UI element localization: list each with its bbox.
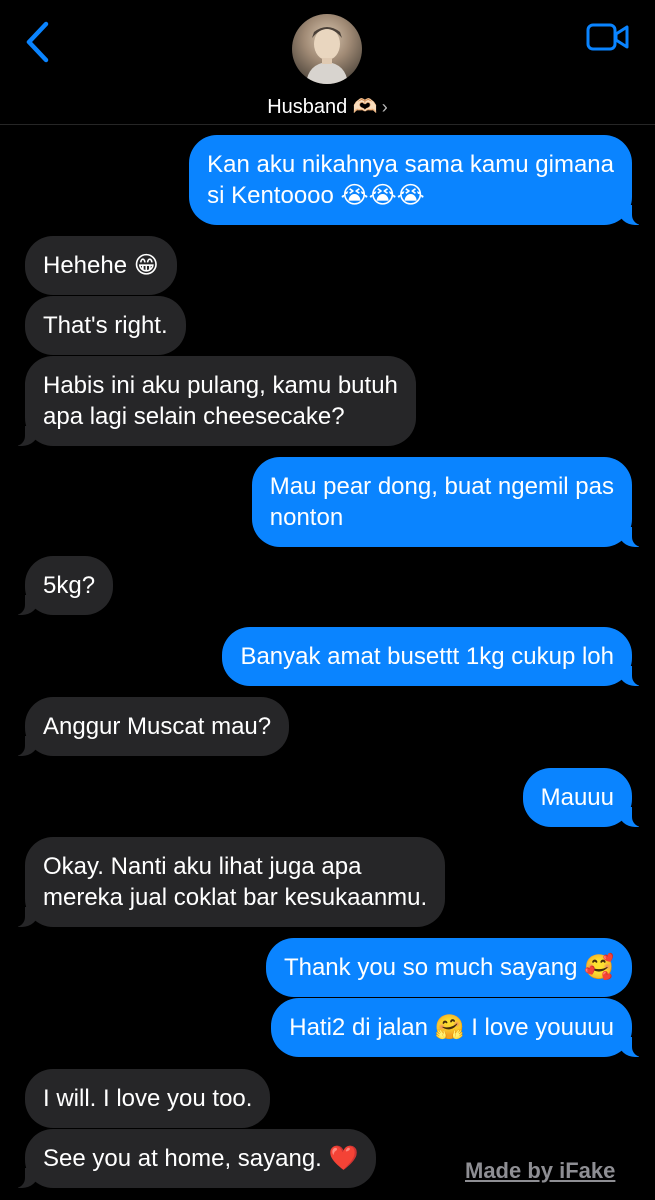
message-text: Mau pear dong, buat ngemil pas nonton xyxy=(269,473,614,531)
message-bubble-outgoing[interactable]: Mauuu xyxy=(522,768,655,827)
chevron-right-icon: › xyxy=(381,97,388,117)
message-bubble-incoming[interactable]: See you at home, sayang. ❤️ xyxy=(0,1129,377,1188)
video-camera-icon[interactable] xyxy=(586,22,630,52)
message-bubble-incoming[interactable]: Okay. Nanti aku lihat juga apa mereka ju… xyxy=(0,837,446,927)
message-bubble-incoming[interactable]: Habis ini aku pulang, kamu butuh apa lag… xyxy=(0,356,416,446)
message-bubble-outgoing[interactable]: Mau pear dong, buat ngemil pas nonton xyxy=(251,457,655,547)
message-bubble-incoming[interactable]: Anggur Muscat mau? xyxy=(0,697,290,756)
message-text: Thank you so much sayang 🥰 xyxy=(283,954,614,981)
message-bubble-incoming[interactable]: That's right. xyxy=(25,296,186,355)
message-text: Hati2 di jalan 🤗 I love youuuu xyxy=(289,1014,614,1041)
message-bubble-incoming[interactable]: 5kg? xyxy=(0,556,114,615)
message-bubble-outgoing[interactable]: Hati2 di jalan 🤗 I love youuuu xyxy=(271,998,655,1057)
message-text: Okay. Nanti aku lihat juga apa mereka ju… xyxy=(43,853,428,911)
message-bubble-outgoing[interactable]: Banyak amat busettt 1kg cukup loh xyxy=(222,627,655,686)
message-bubble-incoming[interactable]: I will. I love you too. xyxy=(25,1069,271,1128)
message-text: Habis ini aku pulang, kamu butuh apa lag… xyxy=(43,372,398,430)
conversation-header: Husband 🫶🏻 › xyxy=(0,0,655,125)
avatar-image xyxy=(306,27,348,84)
message-text: That's right. xyxy=(43,312,168,339)
message-text: 5kg? xyxy=(43,572,96,599)
contact-name-button[interactable]: Husband 🫶🏻 › xyxy=(0,94,655,119)
message-text: Banyak amat busettt 1kg cukup loh xyxy=(240,643,614,670)
message-text: I will. I love you too. xyxy=(43,1085,253,1112)
message-bubble-outgoing[interactable]: Kan aku nikahnya sama kamu gimana si Ken… xyxy=(189,135,655,225)
message-text: See you at home, sayang. ❤️ xyxy=(43,1145,359,1172)
message-bubble-outgoing[interactable]: Thank you so much sayang 🥰 xyxy=(265,938,632,997)
contact-avatar[interactable] xyxy=(292,14,362,84)
message-text: Kan aku nikahnya sama kamu gimana si Ken… xyxy=(207,151,614,209)
chevron-left-icon[interactable] xyxy=(22,20,56,64)
message-text: Anggur Muscat mau? xyxy=(43,713,272,740)
message-bubble-incoming[interactable]: Hehehe 😁 xyxy=(25,236,177,295)
message-text: Mauuu xyxy=(540,784,614,811)
message-text: Hehehe 😁 xyxy=(43,252,159,279)
contact-name: Husband 🫶🏻 xyxy=(267,96,378,118)
watermark: Made by iFake xyxy=(465,1158,616,1183)
